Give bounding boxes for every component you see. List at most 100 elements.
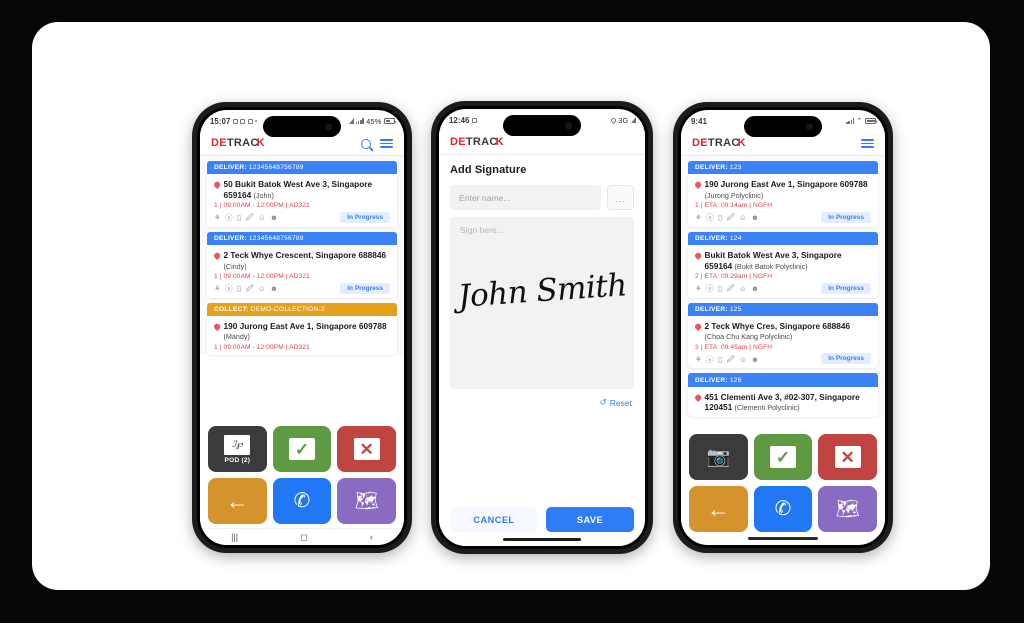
comment-icon[interactable]: ☺ [739, 214, 747, 222]
attachment-icon[interactable]: 🖉 [246, 214, 254, 222]
phone2-notch [503, 115, 581, 136]
money-icon[interactable]: ⓢ [706, 214, 713, 222]
job-body[interactable]: 451 Clementi Ave 3, #02-307, Singapore 1… [688, 386, 878, 417]
job-body[interactable]: 190 Jurong East Ave 1, Singapore 609788 … [207, 315, 397, 355]
name-input[interactable]: Enter name... [450, 185, 601, 210]
job-card[interactable]: DELIVER: 12345648756789 50 Bukit Batok W… [207, 161, 397, 227]
money-icon[interactable]: ⓢ [706, 284, 713, 292]
alarm-icon [471, 117, 477, 123]
phone3-action-grid: 📷 ✓ ✕ ← ✆ 🗺 [681, 428, 885, 536]
job-body[interactable]: 50 Bukit Batok West Ave 3, Singapore 659… [207, 174, 397, 227]
route-icon[interactable]: ⚘ [214, 284, 221, 292]
job-card[interactable]: DELIVER: 123 190 Jurong East Ave 1, Sing… [688, 161, 878, 227]
back-button[interactable]: ← [208, 478, 267, 524]
status-time: 12:46 [449, 115, 470, 125]
recents-button[interactable]: ||| [231, 532, 238, 542]
route-icon[interactable]: ⚘ [695, 214, 702, 222]
reset-row[interactable]: ↺ Reset [450, 397, 634, 408]
camera-button[interactable]: 📷 [689, 434, 748, 480]
attachment-icon[interactable]: 🖉 [727, 355, 735, 363]
home-button[interactable]: ◻ [300, 532, 307, 542]
person-icon[interactable]: ☻ [751, 214, 759, 222]
back-button[interactable]: ← [689, 486, 748, 532]
call-button[interactable]: ✆ [753, 486, 813, 532]
job-id: 12345648756789 [248, 234, 304, 242]
fail-button[interactable]: ✕ [818, 434, 877, 480]
attachment-icon[interactable]: 🖉 [246, 284, 254, 292]
logo-de: DE [211, 137, 227, 149]
mobile-icon[interactable]: ▯ [718, 284, 722, 292]
signature-thumbnail-icon: ℐ℘ [224, 434, 251, 455]
job-card[interactable]: DELIVER: 124 Bukit Batok West Ave 3, Sin… [688, 231, 878, 298]
search-icon[interactable] [361, 138, 371, 149]
job-card[interactable]: COLLECT: DEMO-COLLECTION-2 190 Jurong Ea… [207, 302, 397, 355]
job-card[interactable]: DELIVER: 125 2 Teck Whye Cres, Singapore… [688, 302, 878, 369]
phone1-header-actions [361, 138, 393, 149]
signature-pad[interactable]: Sign here... John Smith [450, 217, 634, 389]
job-body[interactable]: 2 Teck Whye Crescent, Singapore 688846 (… [207, 245, 397, 298]
status-badge: In Progress [821, 353, 871, 365]
map-pin-icon [212, 181, 221, 190]
route-icon[interactable]: ⚘ [214, 214, 221, 222]
map-icon: 🗺 [835, 498, 860, 520]
save-button[interactable]: SAVE [546, 507, 634, 532]
pod-button[interactable]: ℐ℘ POD (2) [208, 426, 267, 472]
money-icon[interactable]: ⓢ [225, 284, 232, 292]
mobile-icon[interactable]: ▯ [237, 284, 241, 292]
mobile-icon[interactable]: ▯ [718, 355, 722, 363]
money-icon[interactable]: ⓢ [225, 214, 232, 222]
person-icon[interactable]: ☻ [270, 284, 278, 292]
job-card[interactable]: DELIVER: 12345648756789 2 Teck Whye Cres… [207, 231, 397, 298]
map-button[interactable]: 🗺 [818, 486, 877, 532]
signal-icon [348, 117, 354, 126]
map-button[interactable]: 🗺 [337, 478, 396, 524]
hamburger-menu-icon[interactable] [380, 138, 393, 149]
back-nav-button[interactable]: ‹ [370, 532, 373, 542]
more-options-button[interactable]: ... [607, 185, 634, 210]
comment-icon[interactable]: ☺ [258, 284, 266, 292]
signal-icon [631, 117, 636, 123]
app-icon-1 [240, 118, 246, 124]
complete-button[interactable]: ✓ [272, 426, 332, 472]
phone1-job-list[interactable]: DELIVER: 12345648756789 50 Bukit Batok W… [200, 156, 404, 355]
cancel-button[interactable]: CANCEL [450, 507, 538, 532]
person-icon[interactable]: ☻ [751, 355, 759, 363]
job-type-label: DELIVER: [695, 305, 728, 313]
phone1-bezel: 15:07 45% DE TRAC K DELIVER: 12345648756… [197, 107, 407, 548]
job-contact: (John) [253, 190, 274, 200]
reset-label[interactable]: Reset [610, 398, 632, 408]
complete-button[interactable]: ✓ [753, 434, 813, 480]
map-pin-icon [693, 252, 702, 260]
call-button[interactable]: ✆ [272, 478, 332, 524]
job-address-text: 190 Jurong East Ave 1, Singapore 609788 [223, 320, 387, 331]
job-address: 50 Bukit Batok West Ave 3, Singapore 659… [224, 179, 391, 200]
mobile-icon[interactable]: ▯ [718, 214, 722, 222]
job-id: 124 [729, 234, 742, 242]
hamburger-menu-icon[interactable] [861, 138, 874, 149]
route-icon[interactable]: ⚘ [695, 284, 702, 292]
job-address-text: 50 Bukit Batok West Ave 3, Singapore 659… [223, 179, 373, 200]
comment-icon[interactable]: ☺ [258, 214, 266, 222]
fail-button[interactable]: ✕ [337, 426, 396, 472]
logo-de: DE [450, 136, 466, 148]
logo-de: DE [692, 137, 708, 149]
detrack-logo: DE TRAC K [450, 137, 504, 148]
check-icon: ✓ [288, 438, 315, 460]
attachment-icon[interactable]: 🖉 [727, 284, 735, 292]
comment-icon[interactable]: ☺ [739, 355, 747, 363]
money-icon[interactable]: ⓢ [706, 355, 713, 363]
mobile-icon[interactable]: ▯ [237, 214, 241, 222]
job-card[interactable]: DELIVER: 126 451 Clementi Ave 3, #02-307… [688, 373, 878, 417]
job-body[interactable]: 2 Teck Whye Cres, Singapore 688846 (Choa… [688, 315, 878, 369]
job-body[interactable]: Bukit Batok West Ave 3, Singapore 659164… [688, 245, 878, 298]
job-body[interactable]: 190 Jurong East Ave 1, Singapore 609788 … [688, 174, 878, 227]
job-address-text: 2 Teck Whye Crescent, Singapore 688846 [223, 250, 387, 261]
comment-icon[interactable]: ☺ [739, 284, 747, 292]
attachment-icon[interactable]: 🖉 [727, 214, 735, 222]
battery-percent-label: 45% [366, 116, 382, 126]
logo-k: K [256, 137, 265, 149]
person-icon[interactable]: ☻ [270, 214, 278, 222]
person-icon[interactable]: ☻ [751, 284, 759, 292]
route-icon[interactable]: ⚘ [695, 355, 702, 363]
phone3-job-list[interactable]: DELIVER: 123 190 Jurong East Ave 1, Sing… [681, 156, 885, 417]
